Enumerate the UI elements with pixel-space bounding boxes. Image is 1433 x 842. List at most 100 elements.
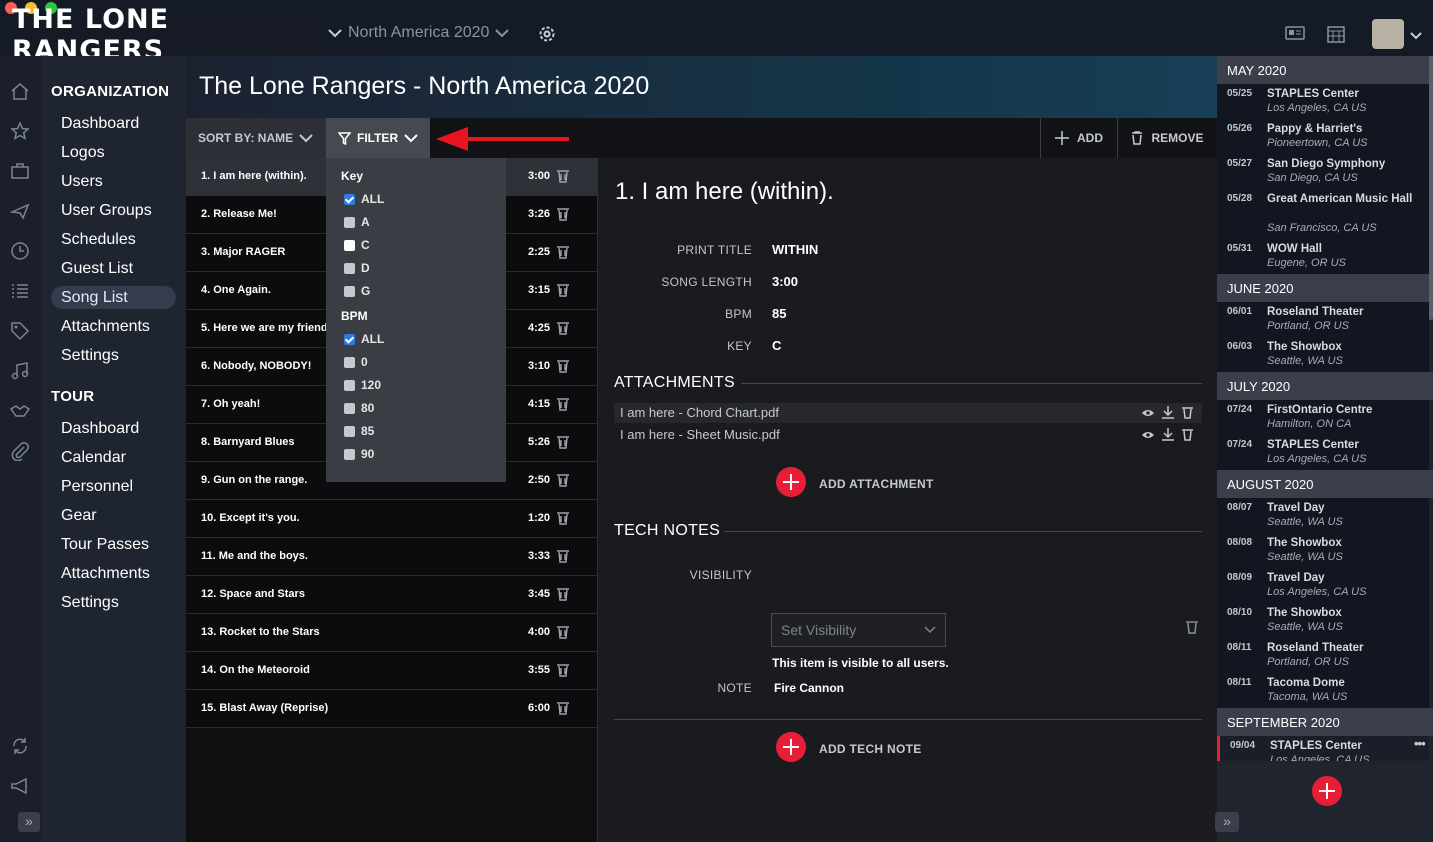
sidebar-item-attachments[interactable]: Attachments bbox=[51, 315, 176, 338]
key-option-d[interactable]: D bbox=[344, 261, 370, 275]
sidebar-item-user-groups[interactable]: User Groups bbox=[51, 199, 176, 222]
schedule-event[interactable]: 08/08 The Showbox Seattle, WA US bbox=[1217, 533, 1429, 568]
expand-sidebar-button[interactable]: » bbox=[18, 812, 40, 832]
sidebar-item-schedules[interactable]: Schedules bbox=[51, 228, 176, 251]
contact-card-icon[interactable] bbox=[1285, 25, 1305, 41]
trash-icon[interactable] bbox=[557, 397, 569, 411]
megaphone-icon[interactable] bbox=[10, 776, 30, 796]
sidebar-item-song-list[interactable]: Song List bbox=[51, 286, 176, 309]
trash-icon[interactable] bbox=[557, 663, 569, 677]
attachment-row[interactable]: I am here - Chord Chart.pdf bbox=[614, 403, 1202, 423]
more-options-icon[interactable]: ••• bbox=[1414, 736, 1426, 751]
star-icon[interactable] bbox=[10, 121, 30, 141]
bpm-option-90[interactable]: 90 bbox=[344, 447, 374, 461]
sidebar-item-dashboard[interactable]: Dashboard bbox=[51, 112, 176, 135]
song-row[interactable]: 11. Me and the boys. 3:33 bbox=[186, 538, 597, 576]
gear-icon[interactable] bbox=[537, 24, 557, 44]
checkbox[interactable] bbox=[344, 402, 355, 414]
schedule-event[interactable]: 07/24 STAPLES Center Los Angeles, CA US bbox=[1217, 435, 1429, 470]
schedule-event[interactable]: 05/26 Pappy & Harriet's Pioneertown, CA US bbox=[1217, 119, 1429, 154]
eye-icon[interactable] bbox=[1142, 407, 1154, 419]
schedule-event[interactable]: 05/31 WOW Hall Eugene, OR US bbox=[1217, 239, 1429, 274]
schedule-event[interactable]: 08/10 The Showbox Seattle, WA US bbox=[1217, 603, 1429, 638]
tour-selector[interactable]: North America 2020 bbox=[328, 24, 510, 42]
checkbox[interactable] bbox=[344, 425, 355, 437]
sidebar-item-calendar[interactable]: Calendar bbox=[51, 446, 176, 469]
sidebar-item-tour-settings[interactable]: Settings bbox=[51, 591, 176, 614]
checkbox[interactable] bbox=[344, 262, 355, 274]
add-tech-note-button[interactable]: ADD TECH NOTE bbox=[819, 742, 922, 756]
visibility-select[interactable]: Set Visibility bbox=[771, 613, 946, 647]
checkbox[interactable] bbox=[344, 285, 355, 297]
trash-icon[interactable] bbox=[1186, 620, 1198, 634]
filter-button[interactable]: FILTER bbox=[326, 118, 430, 158]
add-attachment-button[interactable]: ADD ATTACHMENT bbox=[819, 477, 934, 491]
schedule-event[interactable]: 06/03 The Showbox Seattle, WA US bbox=[1217, 337, 1429, 372]
trash-icon[interactable] bbox=[557, 207, 569, 221]
trash-icon[interactable] bbox=[557, 321, 569, 335]
download-icon[interactable] bbox=[1162, 428, 1174, 441]
key-option-c[interactable]: C bbox=[344, 238, 370, 252]
paperclip-icon[interactable] bbox=[10, 441, 30, 461]
trash-icon[interactable] bbox=[557, 435, 569, 449]
music-note-icon[interactable] bbox=[10, 361, 30, 381]
bpm-option-85[interactable]: 85 bbox=[344, 424, 374, 438]
sidebar-item-users[interactable]: Users bbox=[51, 170, 176, 193]
song-row[interactable]: 15. Blast Away (Reprise) 6:00 bbox=[186, 690, 597, 728]
download-icon[interactable] bbox=[1162, 406, 1174, 419]
home-icon[interactable] bbox=[10, 81, 30, 101]
sync-icon[interactable] bbox=[10, 736, 30, 756]
chevron-down-icon[interactable] bbox=[1410, 32, 1422, 40]
sidebar-item-logos[interactable]: Logos bbox=[51, 141, 176, 164]
add-tech-note-plus-icon[interactable] bbox=[776, 732, 806, 762]
trash-icon[interactable] bbox=[557, 245, 569, 259]
briefcase-icon[interactable] bbox=[10, 161, 30, 181]
remove-button[interactable]: REMOVE bbox=[1117, 118, 1217, 158]
sidebar-item-guest-list[interactable]: Guest List bbox=[51, 257, 176, 280]
song-row[interactable]: 10. Except it's you. 1:20 bbox=[186, 500, 597, 538]
checkbox[interactable] bbox=[344, 216, 355, 228]
schedule-event[interactable]: 08/11 Roseland Theater Portland, OR US bbox=[1217, 638, 1429, 673]
sidebar-item-gear[interactable]: Gear bbox=[51, 504, 176, 527]
clock-icon[interactable] bbox=[10, 241, 30, 261]
schedule-event[interactable]: 05/27 San Diego Symphony San Diego, CA US bbox=[1217, 154, 1429, 189]
sidebar-item-tour-passes[interactable]: Tour Passes bbox=[51, 533, 176, 556]
user-avatar[interactable] bbox=[1372, 19, 1404, 49]
list-icon[interactable] bbox=[10, 281, 30, 301]
schedule-event[interactable]: 05/25 STAPLES Center Los Angeles, CA US bbox=[1217, 84, 1429, 119]
add-event-plus-icon[interactable] bbox=[1312, 776, 1342, 806]
trash-icon[interactable] bbox=[557, 701, 569, 715]
bpm-option-80[interactable]: 80 bbox=[344, 401, 374, 415]
eye-icon[interactable] bbox=[1142, 429, 1154, 441]
trash-icon[interactable] bbox=[557, 169, 569, 183]
schedule-scrollbar[interactable] bbox=[1429, 56, 1433, 320]
sidebar-item-settings[interactable]: Settings bbox=[51, 344, 176, 367]
trash-icon[interactable] bbox=[557, 625, 569, 639]
trash-icon[interactable] bbox=[1182, 406, 1193, 419]
trash-icon[interactable] bbox=[557, 473, 569, 487]
key-option-g[interactable]: G bbox=[344, 284, 370, 298]
bpm-option-120[interactable]: 120 bbox=[344, 378, 381, 392]
key-option-all[interactable]: ALL bbox=[344, 192, 384, 206]
sidebar-item-personnel[interactable]: Personnel bbox=[51, 475, 176, 498]
attachment-row[interactable]: I am here - Sheet Music.pdf bbox=[614, 425, 1202, 445]
airplane-icon[interactable] bbox=[10, 201, 30, 221]
add-button[interactable]: ADD bbox=[1040, 118, 1117, 158]
song-row[interactable]: 14. On the Meteoroid 3:55 bbox=[186, 652, 597, 690]
tag-icon[interactable] bbox=[10, 321, 30, 341]
trash-icon[interactable] bbox=[557, 549, 569, 563]
song-row[interactable]: 12. Space and Stars 3:45 bbox=[186, 576, 597, 614]
checkbox[interactable] bbox=[344, 448, 355, 460]
trash-icon[interactable] bbox=[1182, 428, 1193, 441]
schedule-event[interactable]: 08/11 Tacoma Dome Tacoma, WA US bbox=[1217, 673, 1429, 708]
checkbox-checked[interactable] bbox=[344, 333, 355, 345]
song-row[interactable]: 13. Rocket to the Stars 4:00 bbox=[186, 614, 597, 652]
trash-icon[interactable] bbox=[557, 283, 569, 297]
band-logo[interactable]: THE LONE RANGERS bbox=[12, 4, 320, 66]
bpm-option-0[interactable]: 0 bbox=[344, 355, 368, 369]
schedule-list[interactable]: MAY 2020 05/25 STAPLES Center Los Angeles, … bbox=[1217, 56, 1433, 761]
schedule-event[interactable]: 07/24 FirstOntario Centre Hamilton, ON CA bbox=[1217, 400, 1429, 435]
checkbox[interactable] bbox=[344, 356, 355, 368]
sidebar-item-tour-attachments[interactable]: Attachments bbox=[51, 562, 176, 585]
checkbox[interactable] bbox=[344, 379, 355, 391]
